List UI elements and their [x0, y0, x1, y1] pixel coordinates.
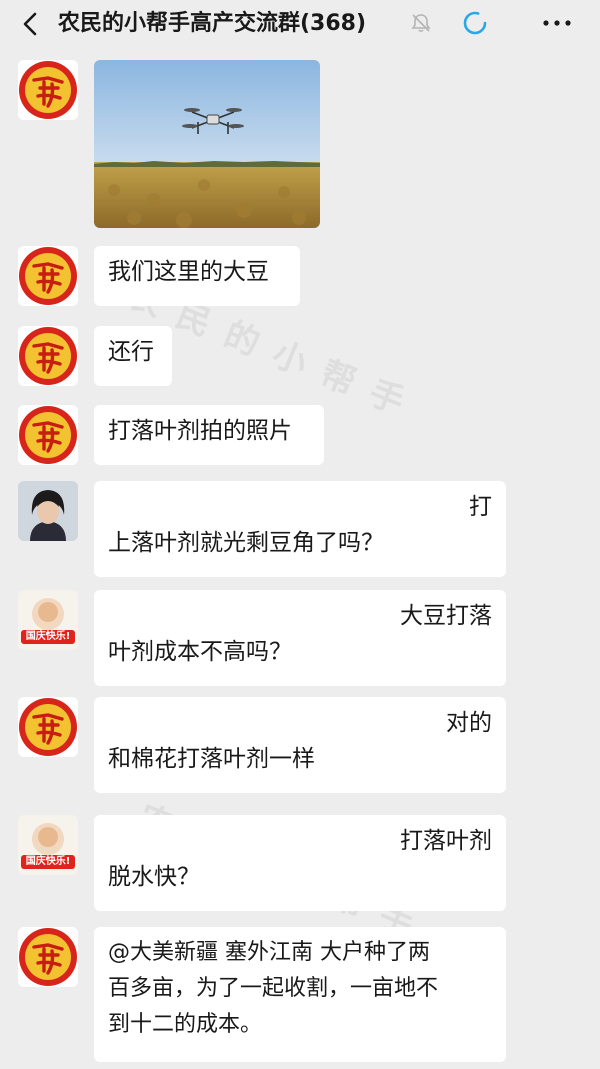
loading-ring-icon: [463, 11, 487, 35]
bell-muted-icon: [411, 14, 431, 33]
message-text: @大美新疆 塞外江南 大户种了两: [108, 940, 430, 965]
national-day-avatar[interactable]: 国庆快乐!: [18, 590, 78, 650]
message-text: 到十二的成本。: [108, 1012, 263, 1037]
avatar-badge: 国庆快乐!: [25, 631, 71, 642]
message-bubble[interactable]: 我们这里的大豆: [94, 246, 300, 306]
woman-photo-avatar[interactable]: [18, 481, 78, 541]
message-bubble[interactable]: 对的 和棉花打落叶剂一样: [94, 697, 506, 793]
message-bubble[interactable]: 大豆打落 叶剂成本不高吗？: [94, 590, 506, 686]
red-seal-avatar[interactable]: [18, 697, 78, 757]
message-bubble[interactable]: 打落叶剂 脱水快？: [94, 815, 506, 911]
chat-header: 农民的小帮手高产交流群(368): [0, 0, 600, 48]
message-text: 叶剂成本不高吗？: [108, 639, 292, 665]
message-bubble[interactable]: @大美新疆 塞外江南 大户种了两 百多亩，为了一起收割，一亩地不 到十二的成本。: [94, 927, 506, 1062]
message-text: 打落叶剂拍的照片: [108, 418, 292, 444]
red-seal-avatar[interactable]: [18, 927, 78, 987]
red-seal-avatar[interactable]: [18, 246, 78, 306]
message-text: 大豆打落: [400, 603, 492, 629]
message-text: 打落叶剂: [400, 828, 492, 854]
message-text: 脱水快？: [108, 864, 200, 890]
red-seal-avatar[interactable]: [18, 60, 78, 120]
chevron-left-icon[interactable]: [16, 10, 46, 38]
chat-title: 农民的小帮手高产交流群(368): [58, 11, 367, 36]
message-text: 百多亩，为了一起收割，一亩地不: [108, 976, 439, 1001]
message-bubble[interactable]: 还行: [94, 326, 172, 386]
message-text: 还行: [108, 339, 154, 365]
national-day-avatar[interactable]: 国庆快乐!: [18, 815, 78, 875]
message-text: 上落叶剂就光剩豆角了吗？: [108, 530, 384, 556]
message-text: 打: [469, 494, 492, 520]
red-seal-avatar[interactable]: [18, 326, 78, 386]
message-text: 我们这里的大豆: [108, 259, 269, 285]
message-bubble[interactable]: 打 上落叶剂就光剩豆角了吗？: [94, 481, 506, 577]
message-bubble[interactable]: 打落叶剂拍的照片: [94, 405, 324, 465]
message-text: 和棉花打落叶剂一样: [108, 746, 315, 772]
more-horizontal-icon[interactable]: [540, 12, 574, 34]
message-text: 对的: [446, 710, 492, 736]
avatar-badge: 国庆快乐!: [25, 856, 71, 867]
drone-field-image[interactable]: [94, 60, 320, 228]
red-seal-avatar[interactable]: [18, 405, 78, 465]
